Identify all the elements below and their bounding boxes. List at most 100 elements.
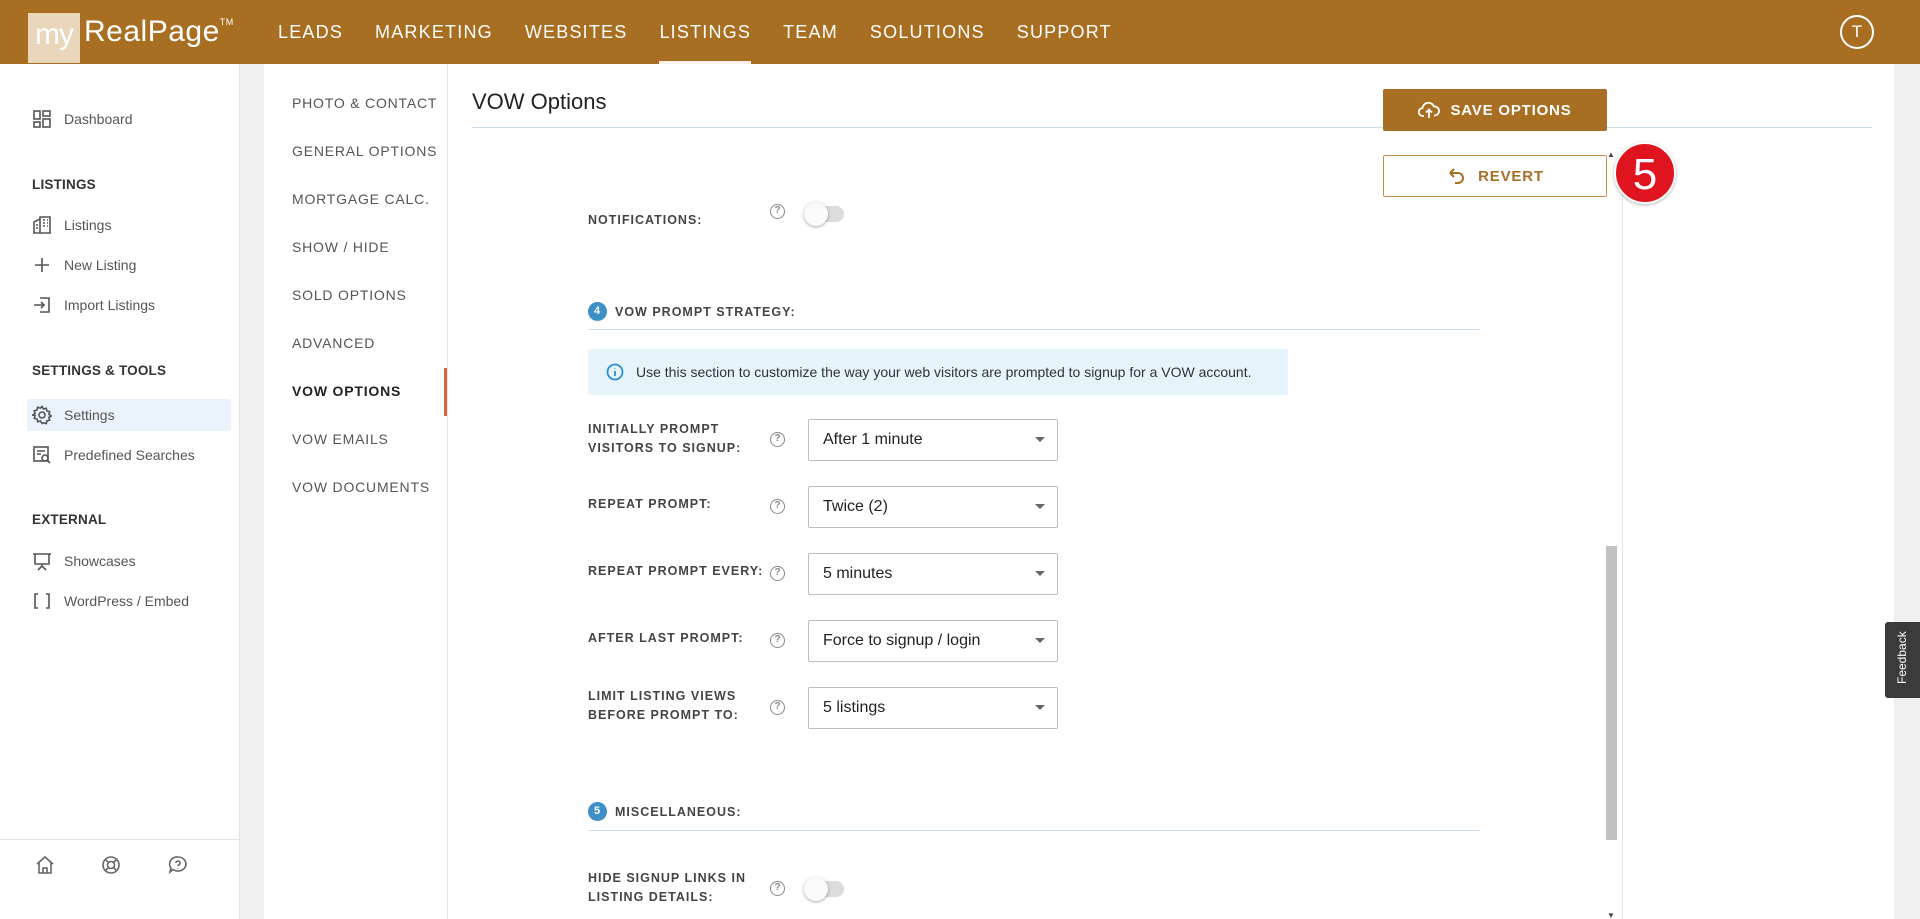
subnav-photo-contact[interactable]: PHOTO & CONTACT [292,95,437,111]
sidebar-item-settings[interactable]: Settings [27,399,231,431]
nav-websites[interactable]: WEBSITES [509,0,644,64]
main-nav: LEADS MARKETING WEBSITES LISTINGS TEAM S… [262,0,1128,64]
select-value: 5 minutes [823,565,893,582]
sidebar-item-label: Predefined Searches [64,447,195,463]
help-icon[interactable]: ? [770,499,785,514]
options-form: NOTIFICATIONS: ? 4 VOW PROMPT STRATEGY: … [448,144,1608,919]
sidebar-item-listings[interactable]: Listings [27,209,231,241]
sidebar-item-wordpress[interactable]: WordPress / Embed [27,585,231,617]
sidebar-item-label: New Listing [64,257,137,273]
top-bar: my RealPageTM LEADS MARKETING WEBSITES L… [0,0,1920,64]
after-last-prompt-select[interactable]: Force to signup / login [808,620,1058,662]
select-value: 5 listings [823,699,886,716]
info-callout: Use this section to customize the way yo… [588,349,1288,395]
initial-prompt-select[interactable]: After 1 minute [808,419,1058,461]
help-icon[interactable]: ? [770,204,785,219]
section-number: 4 [588,302,607,321]
presentation-icon [30,549,54,573]
nav-marketing[interactable]: MARKETING [359,0,509,64]
feedback-tab[interactable]: Feedback [1885,622,1920,698]
nav-leads[interactable]: LEADS [262,0,359,64]
revert-button[interactable]: REVERT [1383,155,1607,197]
caret-down-icon [1035,504,1045,509]
section-heading-prompt-strategy: 4 VOW PROMPT STRATEGY: [588,302,796,321]
sidebar-heading-external: EXTERNAL [32,512,107,527]
title-divider [472,127,1872,128]
field-label-limit-views: LIMIT LISTING VIEWS BEFORE PROMPT TO: [588,689,739,722]
sidebar-item-dashboard[interactable]: Dashboard [27,103,231,135]
help-icon[interactable]: ? [770,432,785,447]
help-icon[interactable]: ? [770,881,785,896]
field-label-after-last-prompt: AFTER LAST PROMPT: [588,631,744,645]
save-options-label: SAVE OPTIONS [1450,101,1572,119]
logo-tm: TM [219,17,234,27]
help-chat-icon[interactable] [165,852,191,878]
section-divider [588,329,1480,330]
sidebar-heading-listings: LISTINGS [32,177,96,192]
caret-down-icon [1035,705,1045,710]
scrollbar-thumb[interactable] [1606,546,1617,840]
select-value: After 1 minute [823,431,923,448]
help-icon[interactable]: ? [770,633,785,648]
repeat-prompt-select[interactable]: Twice (2) [808,486,1058,528]
subnav-vow-emails[interactable]: VOW EMAILS [292,431,389,447]
sidebar-item-label: Dashboard [64,111,133,127]
realpage-logo[interactable]: my RealPageTM [28,13,234,63]
page-title: VOW Options [472,89,607,114]
undo-icon [1449,168,1465,184]
import-icon [30,293,54,317]
save-options-button[interactable]: SAVE OPTIONS [1383,89,1607,131]
building-icon [30,213,54,237]
info-text: Use this section to customize the way yo… [636,364,1252,380]
step-number-badge: 5 [1614,142,1676,204]
left-sidebar: Dashboard LISTINGS Listings New Listing … [0,64,240,919]
plus-icon [30,253,54,277]
scroll-down-icon[interactable]: ▼ [1607,911,1615,919]
settings-subnav: PHOTO & CONTACT GENERAL OPTIONS MORTGAGE… [264,64,448,919]
scroll-up-icon[interactable]: ▲ [1607,150,1615,159]
home-icon[interactable] [32,852,58,878]
nav-listings[interactable]: LISTINGS [643,0,767,64]
active-subnav-marker [444,368,447,416]
select-value: Twice (2) [823,498,888,515]
revert-label: REVERT [1478,167,1544,185]
subnav-general-options[interactable]: GENERAL OPTIONS [292,143,437,159]
subnav-show-hide[interactable]: SHOW / HIDE [292,239,389,255]
subnav-sold-options[interactable]: SOLD OPTIONS [292,287,407,303]
search-list-icon [30,443,54,467]
sidebar-item-label: Settings [64,407,115,423]
hide-signup-toggle[interactable] [804,876,846,901]
sidebar-item-showcases[interactable]: Showcases [27,545,231,577]
notifications-toggle[interactable] [804,201,846,226]
brackets-icon [30,589,54,613]
help-icon[interactable]: ? [770,700,785,715]
sidebar-item-import-listings[interactable]: Import Listings [27,289,231,321]
info-icon [606,363,624,381]
caret-down-icon [1035,437,1045,442]
sidebar-footer [0,839,240,919]
nav-team[interactable]: TEAM [767,0,854,64]
lifebuoy-icon[interactable] [98,852,124,878]
notifications-label: NOTIFICATIONS: [588,213,703,227]
subnav-mortgage-calc[interactable]: MORTGAGE CALC. [292,191,430,207]
user-avatar[interactable]: T [1840,15,1874,49]
field-label-repeat-prompt: REPEAT PROMPT: [588,497,712,511]
dashboard-icon [30,107,54,131]
subnav-advanced[interactable]: ADVANCED [292,335,375,351]
sidebar-item-label: WordPress / Embed [64,593,190,609]
subnav-vow-options[interactable]: VOW OPTIONS [292,383,401,399]
nav-support[interactable]: SUPPORT [1001,0,1128,64]
nav-solutions[interactable]: SOLUTIONS [854,0,1001,64]
sidebar-item-label: Import Listings [64,297,156,313]
sidebar-item-new-listing[interactable]: New Listing [27,249,231,281]
repeat-every-select[interactable]: 5 minutes [808,553,1058,595]
form-scrollbar[interactable]: ▲ ▼ [1604,150,1618,919]
sidebar-item-predefined-searches[interactable]: Predefined Searches [27,439,231,471]
subnav-vow-documents[interactable]: VOW DOCUMENTS [292,479,430,495]
gear-icon [30,403,54,427]
limit-views-select[interactable]: 5 listings [808,687,1058,729]
help-icon[interactable]: ? [770,566,785,581]
section-title: VOW PROMPT STRATEGY: [615,304,796,319]
field-label-initial-prompt: INITIALLY PROMPT VISITORS TO SIGNUP: [588,422,742,455]
caret-down-icon [1035,638,1045,643]
